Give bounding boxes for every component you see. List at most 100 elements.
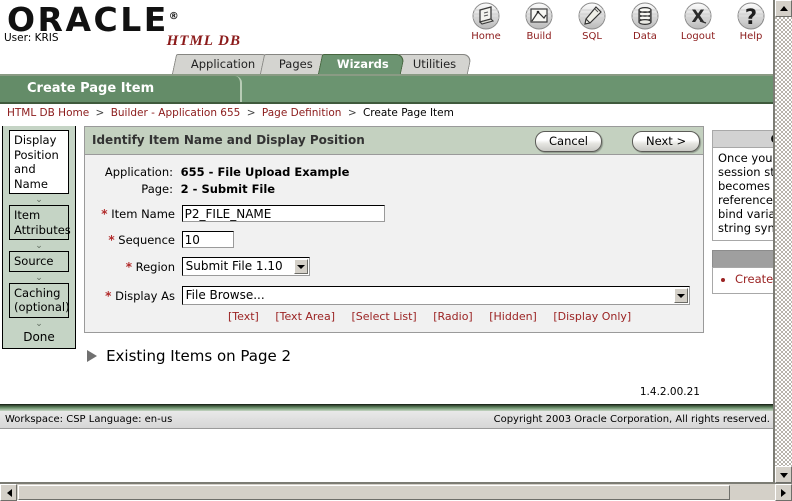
- primary-tab-strip: Application Pages Wizards Utilities: [0, 51, 773, 76]
- home-icon: [471, 2, 501, 32]
- display-type-link-radio[interactable]: [Radio]: [433, 310, 473, 323]
- required-marker-icon: *: [125, 259, 132, 274]
- cancel-button-wrap: Cancel: [535, 131, 602, 152]
- version-label: 1.4.2.00.21: [639, 386, 700, 398]
- display-type-link-hidden[interactable]: [Hidden]: [489, 310, 537, 323]
- wizard-step-done: Done: [23, 329, 55, 344]
- form-region: Identify Item Name and Display Position …: [84, 126, 704, 333]
- wizard-step-item-attributes[interactable]: Item Attributes: [9, 205, 71, 240]
- arrow-right-icon: [780, 488, 786, 497]
- nav-icon-sql[interactable]: SQL: [571, 2, 613, 48]
- arrow-down-icon: [779, 472, 788, 478]
- display-as-label: * Display As: [85, 289, 178, 303]
- display-type-link-display-only[interactable]: [Display Only]: [553, 310, 631, 323]
- help-icon: ?: [736, 2, 766, 32]
- vertical-scrollbar[interactable]: [774, 0, 792, 483]
- help-sidebar: Create Page Item Once you create an item…: [712, 130, 774, 303]
- display-type-link-text-area[interactable]: [Text Area]: [275, 310, 335, 323]
- required-marker-icon: *: [108, 232, 115, 247]
- oracle-wordmark: ORACLE®: [5, 2, 255, 36]
- scroll-up-button[interactable]: [775, 0, 792, 17]
- form-region-title: Identify Item Name and Display Position: [92, 133, 365, 147]
- logout-icon: X: [683, 2, 713, 32]
- region-label-text: Region: [135, 259, 175, 274]
- item-name-input[interactable]: [181, 205, 385, 222]
- vertical-scrollbar-track[interactable]: [775, 17, 792, 466]
- tab-wizards[interactable]: Wizards: [317, 54, 405, 74]
- sequence-input[interactable]: [181, 231, 234, 248]
- application-info-label: Application:: [104, 165, 173, 179]
- existing-items-label: Existing Items on Page 2: [106, 347, 292, 365]
- cancel-button[interactable]: Cancel: [535, 131, 602, 152]
- display-type-link-text[interactable]: [Text]: [228, 310, 259, 323]
- help-link-list: Create Page Item: [727, 272, 774, 287]
- horizontal-scrollbar-thumb[interactable]: [18, 485, 730, 500]
- nav-icon-home[interactable]: Home: [465, 2, 507, 48]
- footer-copyright: Copyright 2003 Oracle Corporation, All r…: [493, 414, 770, 425]
- page-info-row: Page: 2 - Submit File: [85, 182, 703, 199]
- chevron-down-icon[interactable]: [293, 259, 308, 274]
- page-info-label: Page:: [141, 182, 173, 196]
- chevron-down-icon: ⌄: [35, 271, 43, 282]
- nav-icon-logout[interactable]: X Logout: [677, 2, 719, 48]
- scroll-down-button[interactable]: [775, 466, 792, 483]
- tab-application[interactable]: Application: [171, 54, 272, 74]
- region-select[interactable]: Submit File 1.10: [181, 257, 310, 276]
- item-name-label: * Item Name: [85, 207, 178, 221]
- help-box-title: Create Page Item: [712, 130, 773, 147]
- sequence-row: * Sequence: [85, 231, 703, 257]
- arrow-left-icon: [6, 488, 12, 497]
- chevron-down-icon[interactable]: [673, 288, 688, 303]
- build-icon: [524, 2, 554, 32]
- tab-utilities-label: Utilities: [412, 57, 456, 71]
- sql-icon: [577, 2, 607, 32]
- footer: Workspace: CSP Language: en-us Copyright…: [0, 411, 773, 429]
- breadcrumb-separator: >: [95, 107, 105, 119]
- nav-icon-help[interactable]: ? Help: [730, 2, 772, 48]
- page-info-value: 2 - Submit File: [180, 182, 276, 196]
- scroll-right-button[interactable]: [775, 484, 792, 501]
- item-name-row: * Item Name: [85, 205, 703, 231]
- display-type-link-select-list[interactable]: [Select List]: [351, 310, 416, 323]
- nav-icon-help-label: Help: [739, 31, 763, 42]
- wizard-step-caching[interactable]: Caching (optional): [9, 282, 70, 318]
- horizontal-scrollbar[interactable]: [0, 483, 792, 501]
- arrow-up-icon: [779, 5, 788, 11]
- form-region-header: Identify Item Name and Display Position …: [85, 127, 703, 155]
- display-type-shortcut-links: [Text] [Text Area] [Select List] [Radio]…: [85, 308, 703, 323]
- page-body: Display Position and Name ⌄ Item Attribu…: [0, 122, 774, 400]
- wizard-step-display-position-and-name[interactable]: Display Position and Name: [9, 130, 69, 194]
- global-icon-bar: Home Build SQL Data X Logout ? Help: [465, 2, 772, 48]
- next-button[interactable]: Next >: [632, 131, 701, 152]
- nav-icon-build-label: Build: [526, 31, 552, 42]
- tab-utilities[interactable]: Utilities: [393, 54, 473, 74]
- data-icon: [630, 2, 660, 32]
- scroll-left-button[interactable]: [0, 484, 17, 501]
- region-select-row: * Region Submit File 1.10: [85, 257, 703, 286]
- page-title: Create Page Item: [27, 81, 155, 96]
- breadcrumb-separator: >: [347, 107, 357, 119]
- breadcrumb-item-page-definition[interactable]: Page Definition: [262, 107, 342, 119]
- nav-icon-build[interactable]: Build: [518, 2, 560, 48]
- breadcrumb-item-html-db-home[interactable]: HTML DB Home: [7, 107, 89, 119]
- page-viewport: ORACLE® HTML DB User: KRIS Home Build SQ…: [0, 0, 774, 483]
- help-link-label: Create Page Item: [735, 272, 774, 286]
- breadcrumb-item-builder-application[interactable]: Builder - Application 655: [111, 107, 241, 119]
- required-marker-icon: *: [101, 206, 108, 221]
- breadcrumb: HTML DB Home > Builder - Application 655…: [0, 104, 773, 121]
- tab-list: Application Pages Wizards Utilities: [171, 53, 473, 74]
- nav-icon-sql-label: SQL: [582, 31, 602, 42]
- existing-items-toggle[interactable]: Existing Items on Page 2: [84, 347, 704, 365]
- wizard-progress-sidebar: Display Position and Name ⌄ Item Attribu…: [2, 126, 76, 349]
- footer-workspace-info: Workspace: CSP Language: en-us: [5, 414, 173, 425]
- help-box-text: Once you create an item its session stat…: [712, 147, 773, 241]
- next-button-wrap: Next >: [632, 131, 701, 152]
- svg-text:?: ?: [745, 5, 757, 29]
- wizard-step-source[interactable]: Source: [9, 251, 69, 272]
- nav-icon-data[interactable]: Data: [624, 2, 666, 48]
- display-as-select[interactable]: File Browse...: [181, 286, 690, 305]
- breadcrumb-separator: >: [246, 107, 256, 119]
- list-item[interactable]: Create Page Item: [735, 272, 774, 287]
- main-content: Identify Item Name and Display Position …: [84, 126, 704, 398]
- application-info-row: Application: 655 - File Upload Example: [85, 165, 703, 182]
